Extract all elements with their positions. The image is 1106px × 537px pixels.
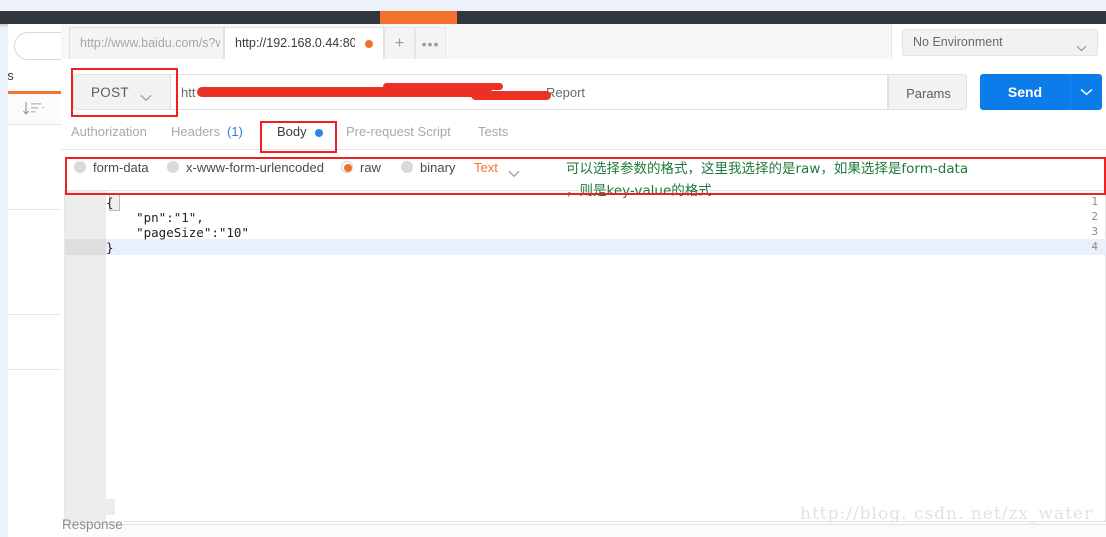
sidebar-search-input[interactable]: [14, 32, 61, 60]
chevron-down-icon[interactable]: [508, 165, 520, 178]
radio-binary[interactable]: [401, 161, 413, 173]
radio-form-data[interactable]: [74, 161, 86, 173]
line-number: 2: [1091, 210, 1098, 223]
response-pane: [64, 525, 1106, 537]
environment-selector-area: No Environment: [891, 24, 1106, 60]
chevron-down-icon: [1080, 88, 1093, 96]
label-x-www-form-urlencoded[interactable]: x-www-form-urlencoded: [186, 160, 324, 175]
redaction-stroke-3: [383, 83, 503, 90]
unsaved-indicator-dot: [365, 40, 373, 48]
request-tab-2[interactable]: http://192.168.0.44:80: [224, 27, 384, 59]
editor-resize-handle[interactable]: [75, 499, 115, 515]
postman-window: ns http://www.baidu.com/s?wd http://192.…: [0, 0, 1106, 537]
request-body-editor[interactable]: 1 2 3 4 { "pn":"1", "pageSize":"10" }: [64, 190, 1106, 523]
code-line: "pn":"1",: [106, 210, 204, 225]
editor-active-line-highlight: [106, 239, 1106, 255]
params-label: Params: [906, 86, 951, 101]
http-method-label: POST: [91, 85, 129, 100]
sidebar-tab-collections[interactable]: ns: [8, 68, 14, 83]
label-raw[interactable]: raw: [360, 160, 381, 175]
label-binary[interactable]: binary: [420, 160, 455, 175]
line-number: 1: [1091, 195, 1098, 208]
line-number: 4: [1091, 240, 1098, 253]
environment-select[interactable]: No Environment: [902, 29, 1098, 56]
titlebar-active-indicator: [380, 11, 457, 24]
chevron-down-icon: [1076, 39, 1087, 52]
send-options-button[interactable]: [1070, 74, 1102, 110]
http-method-select[interactable]: POST: [73, 74, 171, 110]
response-title: Response: [62, 517, 123, 532]
raw-format-select[interactable]: Text: [474, 160, 498, 175]
annotation-line-1: 可以选择参数的格式，这里我选择的是raw，如果选择是form-data: [566, 161, 969, 177]
annotation-line-2: ，则是key-value的格式: [566, 183, 712, 199]
request-url-suffix: Report: [546, 85, 586, 100]
left-sidebar: ns: [8, 24, 62, 537]
request-url-input[interactable]: htt Report: [171, 74, 888, 110]
radio-x-www-form-urlencoded[interactable]: [167, 161, 179, 173]
main-window: http://www.baidu.com/s?wd http://192.168…: [61, 24, 1106, 537]
send-button[interactable]: Send: [980, 74, 1070, 110]
url-bar-row: POST htt Report Params Send: [61, 59, 1106, 117]
radio-raw[interactable]: [341, 161, 353, 173]
params-button[interactable]: Params: [888, 74, 967, 110]
send-label: Send: [1007, 84, 1043, 100]
request-url-prefix: htt: [181, 85, 196, 100]
sidebar-divider-2: [8, 314, 61, 315]
watermark: http://blog. csdn. net/zx_water: [800, 504, 1094, 524]
sort-icon[interactable]: [22, 101, 46, 117]
label-form-data[interactable]: form-data: [93, 160, 149, 175]
line-number: 3: [1091, 225, 1098, 238]
tab-headers-count: (1): [227, 124, 243, 139]
code-line: }: [106, 240, 114, 255]
gutter-active-highlight: [65, 239, 106, 255]
request-tab-strip: http://www.baidu.com/s?wd http://192.168…: [61, 24, 891, 60]
tab-body[interactable]: Body: [277, 124, 307, 139]
app-titlebar: [0, 11, 1106, 24]
sidebar-divider-1: [8, 209, 61, 210]
tab-pre-request-script[interactable]: Pre-request Script: [346, 124, 451, 139]
new-tab-button[interactable]: +: [384, 27, 415, 59]
chevron-down-icon: [140, 89, 152, 102]
body-content-dot: [315, 129, 323, 137]
sidebar-divider-3: [8, 369, 61, 370]
request-tab-1[interactable]: http://www.baidu.com/s?wd: [69, 27, 224, 59]
redaction-stroke-2: [471, 91, 551, 100]
tab-more-button[interactable]: •••: [415, 27, 446, 59]
sidebar-tabs: [8, 66, 61, 93]
tab-authorization[interactable]: Authorization: [71, 124, 147, 139]
tab-headers[interactable]: Headers: [171, 124, 220, 139]
code-line: "pageSize":"10": [106, 225, 249, 240]
environment-selected-label: No Environment: [913, 35, 1003, 49]
request-sub-tabs: Authorization Headers (1) Body Pre-reque…: [61, 117, 1106, 150]
tab-tests[interactable]: Tests: [478, 124, 508, 139]
code-line: {: [106, 195, 114, 210]
